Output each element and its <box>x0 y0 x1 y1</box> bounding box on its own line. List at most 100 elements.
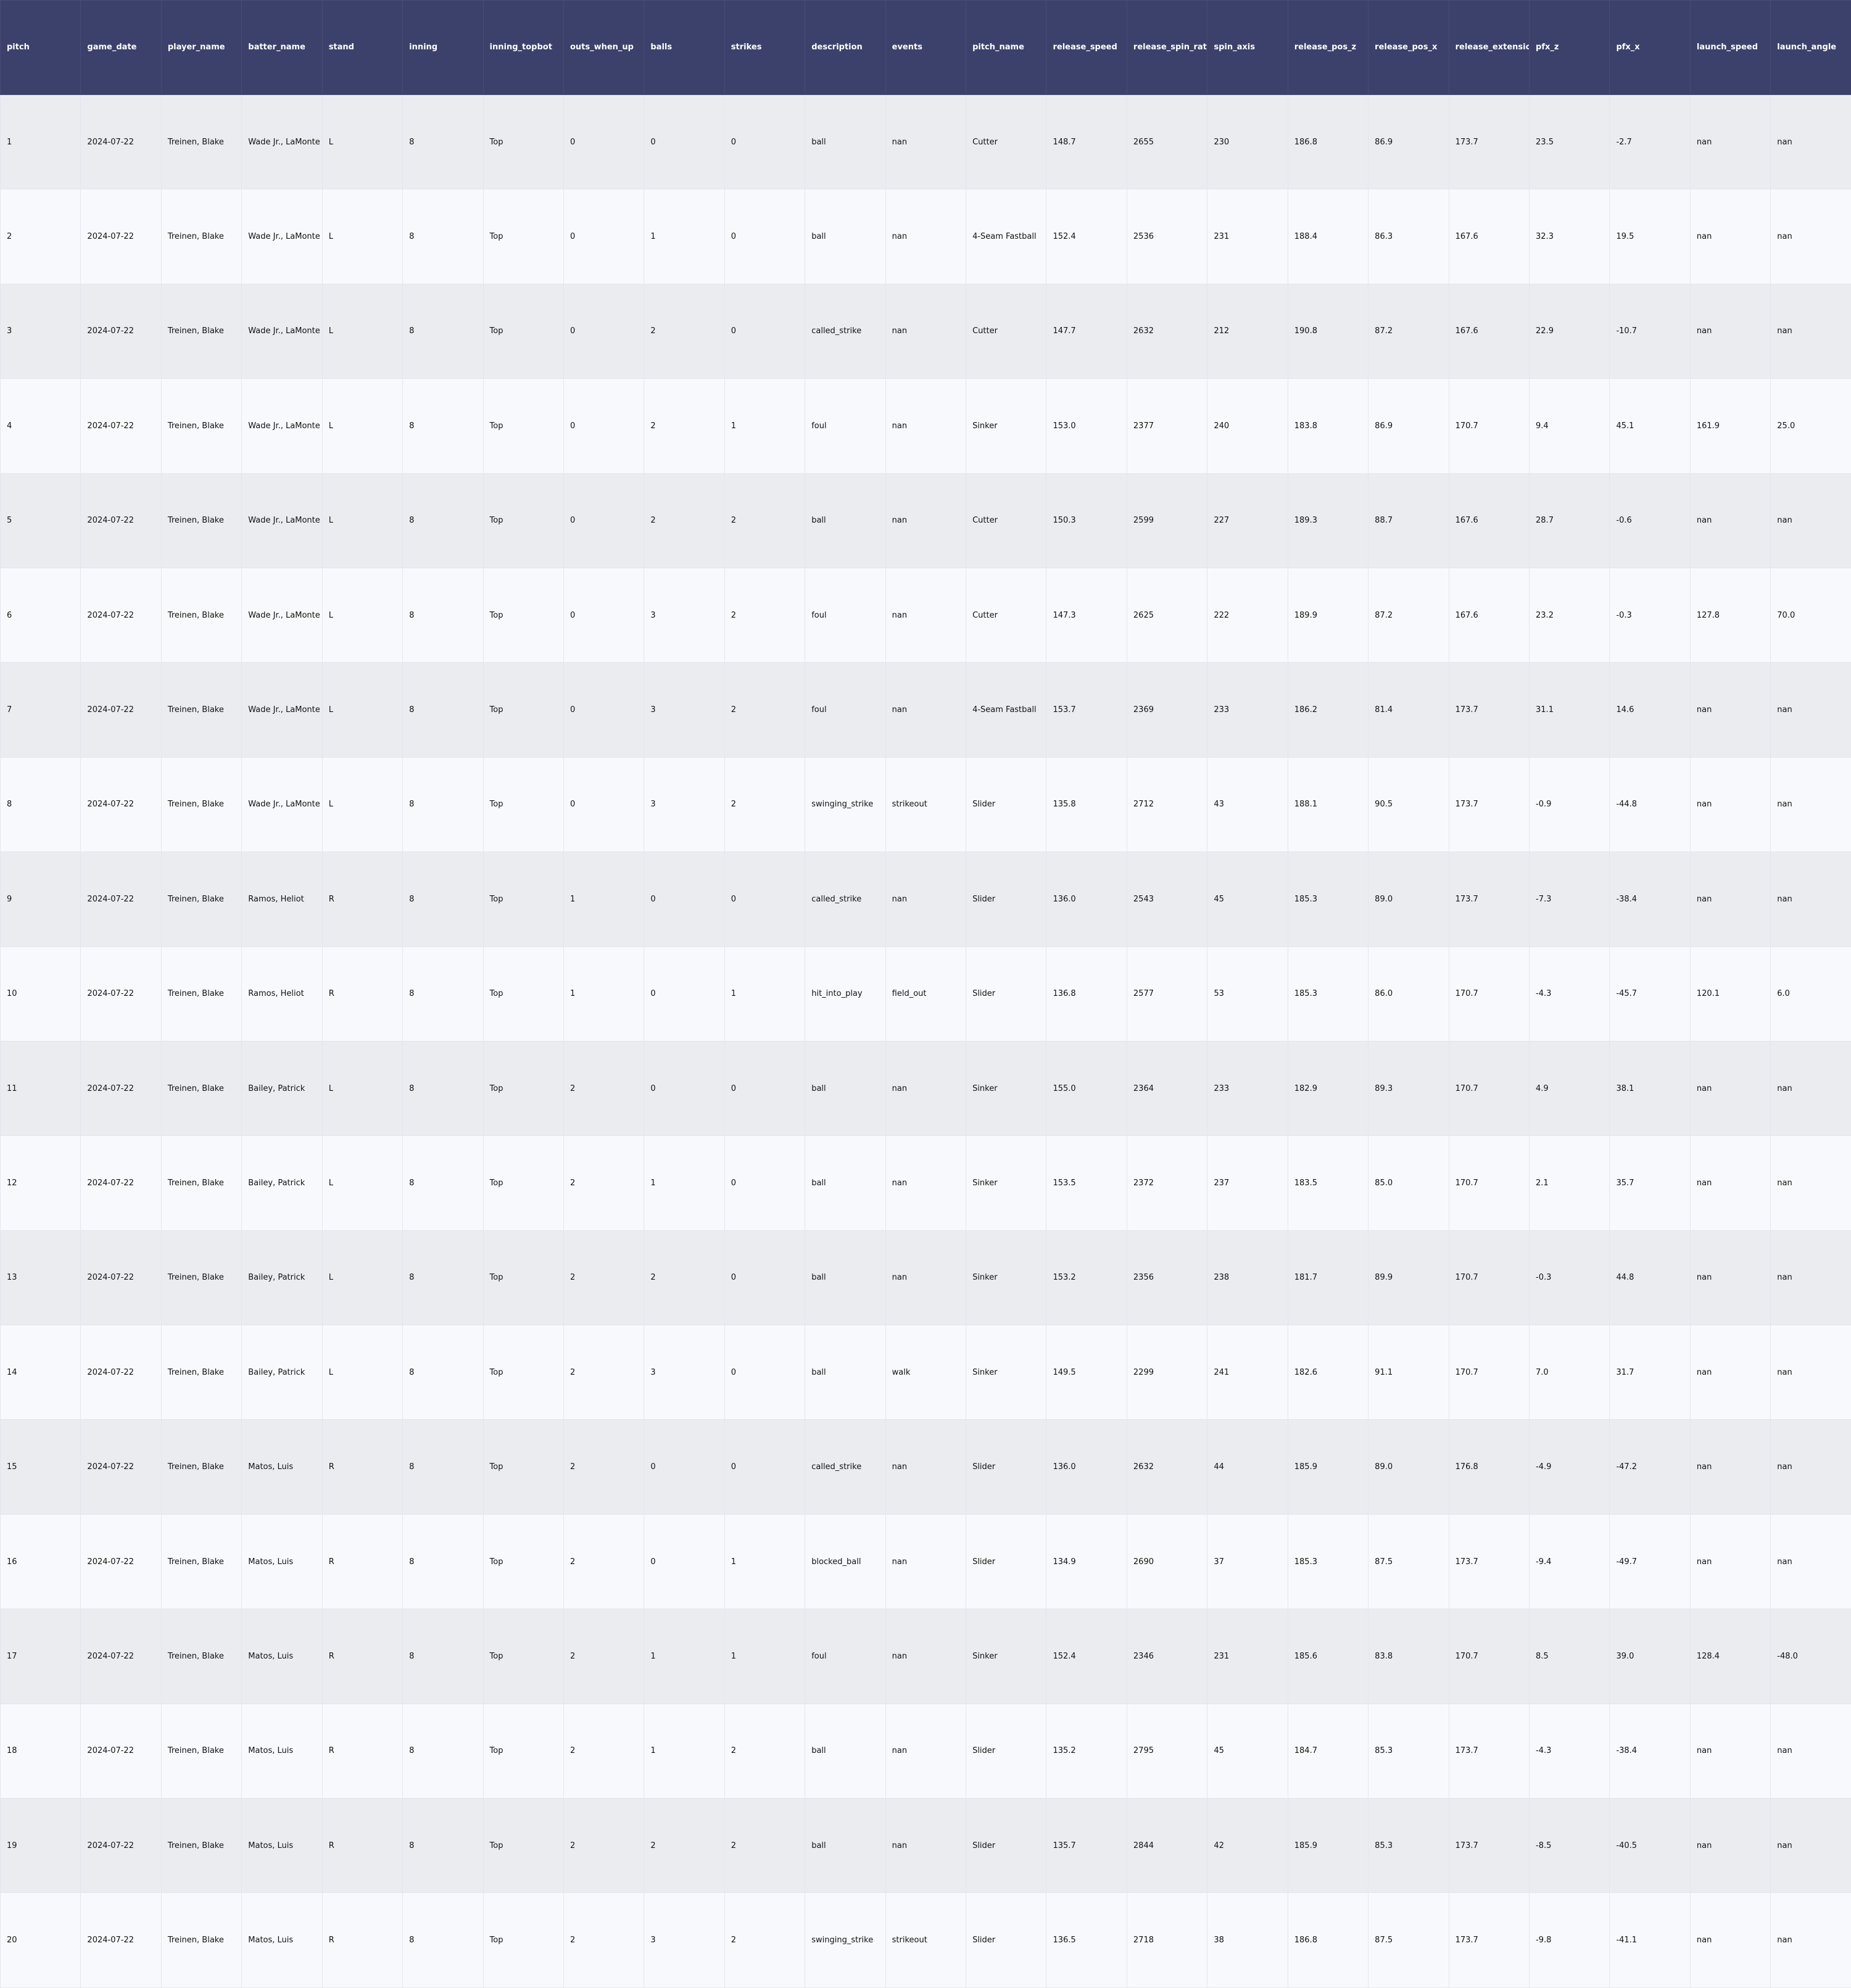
table-cell-strikes: 0 <box>724 1230 805 1325</box>
table-cell-pitch-name: Slider <box>966 946 1046 1041</box>
table-cell-outs-when-up: 2 <box>563 1230 644 1325</box>
table-cell-events: nan <box>885 1041 966 1135</box>
table-cell-strikes: 0 <box>724 189 805 284</box>
table-cell-strikes: 0 <box>724 1041 805 1135</box>
table-cell-events: walk <box>885 1325 966 1420</box>
table-cell-outs-when-up: 0 <box>563 757 644 851</box>
table-cell-pitch-name: Slider <box>966 1420 1046 1514</box>
table-cell-release-pos-z: 185.3 <box>1288 1514 1368 1609</box>
table-cell-pfx-z: -4.9 <box>1530 1420 1610 1514</box>
table-cell-balls: 0 <box>644 1041 724 1135</box>
table-cell-outs-when-up: 0 <box>563 95 644 189</box>
table-cell-outs-when-up: 0 <box>563 284 644 378</box>
table-cell-events: nan <box>885 663 966 757</box>
table-cell-inning: 8 <box>403 1420 483 1514</box>
table-cell-balls: 2 <box>644 379 724 473</box>
table-cell-inning-topbot: Top <box>483 95 563 189</box>
table-cell-release-spin-rate: 2346 <box>1127 1609 1207 1704</box>
table-cell-release-extension: 173.7 <box>1449 852 1529 946</box>
table-cell-pfx-z: 7.0 <box>1530 1325 1610 1420</box>
table-cell-pitch: 19 <box>1 1799 81 1893</box>
table-cell-outs-when-up: 0 <box>563 189 644 284</box>
table-cell-pfx-x: -10.7 <box>1610 284 1690 378</box>
table-cell-stand: L <box>322 284 402 378</box>
table-cell-pitch-name: 4-Seam Fastball <box>966 663 1046 757</box>
table-cell-pfx-x: -0.6 <box>1610 473 1690 568</box>
table-cell-release-pos-x: 90.5 <box>1369 757 1449 851</box>
table-cell-launch-speed: nan <box>1690 1041 1770 1135</box>
table-cell-release-extension: 170.7 <box>1449 1325 1529 1420</box>
table-cell-release-pos-x: 89.0 <box>1369 1420 1449 1514</box>
table-cell-release-extension: 170.7 <box>1449 1136 1529 1230</box>
table-cell-strikes: 0 <box>724 95 805 189</box>
table-cell-balls: 0 <box>644 946 724 1041</box>
table-cell-player-name: Treinen, Blake <box>161 757 241 851</box>
column-header-balls: balls <box>644 1 724 95</box>
column-header-launch-speed: launch_speed <box>1690 1 1770 95</box>
table-cell-description: foul <box>805 1609 885 1704</box>
table-cell-balls: 3 <box>644 757 724 851</box>
table-cell-balls: 1 <box>644 189 724 284</box>
table-cell-description: swinging_strike <box>805 757 885 851</box>
table-cell-launch-speed: nan <box>1690 1230 1770 1325</box>
table-cell-balls: 0 <box>644 852 724 946</box>
table-cell-balls: 2 <box>644 1799 724 1893</box>
table-cell-player-name: Treinen, Blake <box>161 946 241 1041</box>
table-cell-launch-angle: nan <box>1771 663 1851 757</box>
table-cell-release-speed: 136.8 <box>1046 946 1127 1041</box>
table-cell-outs-when-up: 1 <box>563 946 644 1041</box>
table-cell-pitch: 11 <box>1 1041 81 1135</box>
table-cell-balls: 1 <box>644 1704 724 1798</box>
table-cell-inning: 8 <box>403 1514 483 1609</box>
column-header-inning: inning <box>403 1 483 95</box>
table-cell-launch-angle: nan <box>1771 852 1851 946</box>
column-header-release-pos-z: release_pos_z <box>1288 1 1368 95</box>
table-cell-pfx-x: 35.7 <box>1610 1136 1690 1230</box>
table-cell-inning-topbot: Top <box>483 379 563 473</box>
column-header-inning-topbot: inning_topbot <box>483 1 563 95</box>
table-cell-outs-when-up: 0 <box>563 379 644 473</box>
table-cell-pitch-name: Sinker <box>966 1136 1046 1230</box>
table-cell-release-pos-x: 89.9 <box>1369 1230 1449 1325</box>
table-cell-release-pos-z: 185.3 <box>1288 852 1368 946</box>
table-cell-release-extension: 170.7 <box>1449 379 1529 473</box>
column-header-label: inning <box>409 43 437 52</box>
table-cell-description: swinging_strike <box>805 1893 885 1987</box>
table-cell-pfx-z: -0.3 <box>1530 1230 1610 1325</box>
table-cell-release-pos-z: 182.6 <box>1288 1325 1368 1420</box>
table-row: 152024-07-22Treinen, BlakeMatos, LuisR8T… <box>1 1420 1851 1514</box>
table-cell-stand: L <box>322 189 402 284</box>
table-cell-outs-when-up: 2 <box>563 1514 644 1609</box>
table-row: 42024-07-22Treinen, BlakeWade Jr., LaMon… <box>1 379 1851 473</box>
table-cell-pfx-z: 2.1 <box>1530 1136 1610 1230</box>
table-cell-pfx-x: -41.1 <box>1610 1893 1690 1987</box>
table-cell-strikes: 1 <box>724 1609 805 1704</box>
table-cell-player-name: Treinen, Blake <box>161 1420 241 1514</box>
table-cell-batter-name: Wade Jr., LaMonte <box>242 663 322 757</box>
table-header-row: pitchgame_dateplayer_namebatter_namestan… <box>1 1 1851 95</box>
table-cell-stand: L <box>322 379 402 473</box>
table-cell-description: ball <box>805 1230 885 1325</box>
table-cell-release-extension: 173.7 <box>1449 1893 1529 1987</box>
column-header-pitch: pitch <box>1 1 81 95</box>
table-cell-spin-axis: 37 <box>1207 1514 1288 1609</box>
table-cell-release-extension: 167.6 <box>1449 189 1529 284</box>
table-cell-spin-axis: 43 <box>1207 757 1288 851</box>
table-row: 72024-07-22Treinen, BlakeWade Jr., LaMon… <box>1 663 1851 757</box>
table-cell-batter-name: Bailey, Patrick <box>242 1325 322 1420</box>
table-cell-inning: 8 <box>403 946 483 1041</box>
table-cell-release-speed: 155.0 <box>1046 1041 1127 1135</box>
table-row: 182024-07-22Treinen, BlakeMatos, LuisR8T… <box>1 1704 1851 1798</box>
table-cell-events: nan <box>885 1420 966 1514</box>
table-cell-strikes: 2 <box>724 757 805 851</box>
table-cell-game-date: 2024-07-22 <box>81 1136 161 1230</box>
table-cell-release-pos-x: 87.2 <box>1369 284 1449 378</box>
table-cell-launch-speed: nan <box>1690 852 1770 946</box>
table-cell-release-extension: 167.6 <box>1449 568 1529 662</box>
table-cell-player-name: Treinen, Blake <box>161 1230 241 1325</box>
table-cell-pfx-x: 19.5 <box>1610 189 1690 284</box>
table-cell-player-name: Treinen, Blake <box>161 379 241 473</box>
table-cell-game-date: 2024-07-22 <box>81 663 161 757</box>
table-cell-spin-axis: 53 <box>1207 946 1288 1041</box>
table-cell-release-pos-z: 190.8 <box>1288 284 1368 378</box>
